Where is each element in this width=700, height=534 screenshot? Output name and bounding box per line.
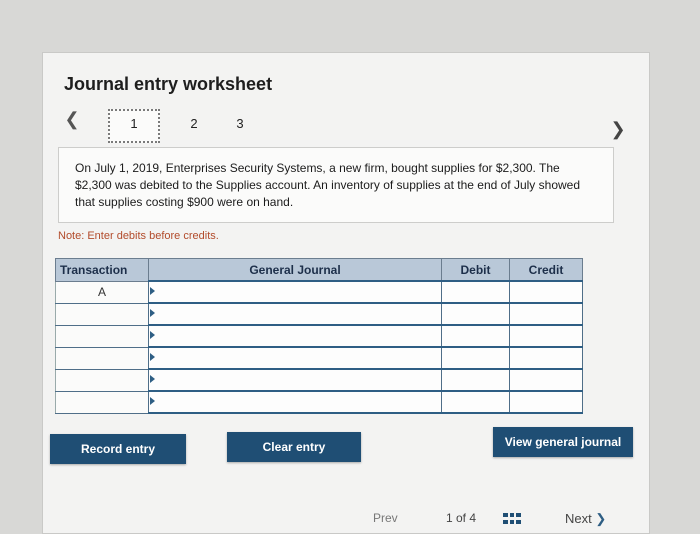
credit-input[interactable] [509, 324, 583, 348]
debit-input[interactable] [441, 302, 510, 326]
table-row [55, 346, 583, 370]
journal-account-select[interactable] [148, 346, 442, 370]
journal-entry-table: Transaction General Journal Debit Credit… [55, 258, 583, 414]
dropdown-caret-icon [150, 397, 155, 405]
debit-input[interactable] [441, 324, 510, 348]
table-row [55, 368, 583, 392]
record-entry-button[interactable]: Record entry [50, 434, 186, 464]
clear-entry-button[interactable]: Clear entry [227, 432, 361, 462]
credit-input[interactable] [509, 280, 583, 304]
credit-input[interactable] [509, 302, 583, 326]
view-general-journal-button[interactable]: View general journal [493, 427, 633, 457]
problem-statement: On July 1, 2019, Enterprises Security Sy… [58, 147, 614, 223]
journal-account-select[interactable] [148, 368, 442, 392]
debit-input[interactable] [441, 346, 510, 370]
table-row [55, 302, 583, 326]
journal-account-select[interactable] [148, 280, 442, 304]
dropdown-caret-icon [150, 309, 155, 317]
chevron-left-icon[interactable]: ❮ [62, 108, 82, 130]
transaction-cell [55, 324, 149, 348]
table-row [55, 324, 583, 348]
credit-input[interactable] [509, 390, 583, 414]
column-header-credit: Credit [509, 258, 583, 282]
step-tab-2[interactable]: 2 [172, 109, 216, 139]
dropdown-caret-icon [150, 353, 155, 361]
credit-input[interactable] [509, 368, 583, 392]
transaction-cell: A [55, 280, 149, 304]
grid-icon[interactable] [503, 513, 521, 525]
step-tab-1[interactable]: 1 [108, 109, 160, 143]
entry-note: Note: Enter debits before credits. [58, 230, 219, 242]
journal-account-select[interactable] [148, 302, 442, 326]
transaction-cell [55, 346, 149, 370]
transaction-cell [55, 390, 149, 414]
worksheet-title: Journal entry worksheet [64, 74, 273, 94]
chevron-right-icon: ❯ [595, 511, 607, 526]
chevron-right-icon[interactable]: ❯ [608, 118, 628, 140]
table-header-row: Transaction General Journal Debit Credit [55, 258, 583, 282]
column-header-transaction: Transaction [55, 258, 149, 282]
dropdown-caret-icon [150, 287, 155, 295]
journal-account-select[interactable] [148, 324, 442, 348]
dropdown-caret-icon [150, 331, 155, 339]
page-indicator: 1 of 4 [446, 511, 477, 525]
next-label: Next [565, 511, 592, 526]
step-tab-3[interactable]: 3 [218, 109, 262, 139]
table-row: A [55, 280, 583, 304]
column-header-debit: Debit [441, 258, 510, 282]
debit-input[interactable] [441, 280, 510, 304]
table-row [55, 390, 583, 414]
transaction-cell [55, 368, 149, 392]
prev-link[interactable]: Prev [373, 511, 398, 525]
debit-input[interactable] [441, 368, 510, 392]
column-header-general-journal: General Journal [148, 258, 442, 282]
transaction-cell [55, 302, 149, 326]
credit-input[interactable] [509, 346, 583, 370]
debit-input[interactable] [441, 390, 510, 414]
dropdown-caret-icon [150, 375, 155, 383]
journal-account-select[interactable] [148, 390, 442, 414]
